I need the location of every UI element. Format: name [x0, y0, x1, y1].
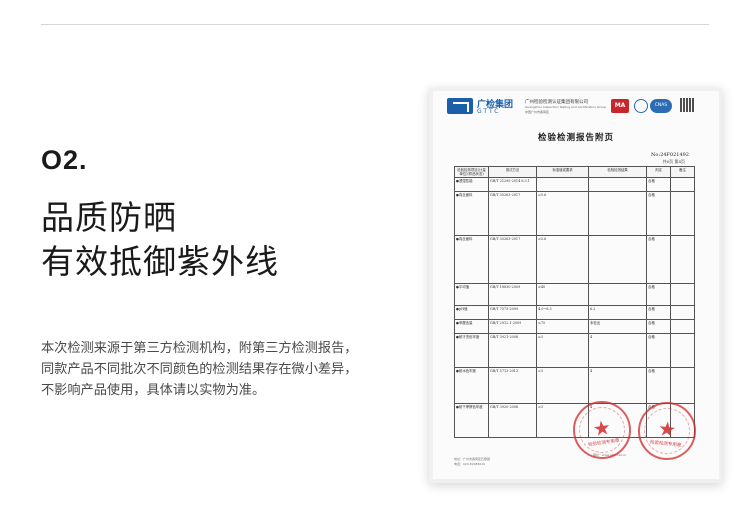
org-abbr: GTTC: [477, 108, 501, 115]
table-row: ●甲醛含量 GB/T 2912.1-2009 ≤75 未检出 合格: [454, 319, 695, 335]
row-result: [588, 235, 647, 285]
row-note: [670, 305, 695, 321]
row-note: [670, 333, 695, 369]
top-divider: [41, 24, 709, 25]
table-row: ●真丝面料 GB/T 35263-2017 ≥5.6 合格: [454, 191, 695, 237]
row-method: GB/T 5713-2013: [488, 367, 537, 405]
cnas-cert-icon: CNAS: [650, 99, 672, 113]
row-note: [670, 319, 695, 335]
row-result: [588, 191, 647, 237]
report-table: 检验检测项目(计量单位)(样品状态) 测试方法 标准值或要求 检验检测结果 判定…: [454, 165, 695, 439]
table-row: ●耐汗渍色牢度 GB/T 3921-2008 ≥3 4 合格: [454, 333, 695, 369]
report-title: 检验检测报告附页: [537, 133, 614, 143]
row-standard: ≥5.6: [536, 191, 589, 237]
test-report-image: 广检集团 GTTC 广州检验检测认证集团有限公司 Guangzhou Inspe…: [433, 91, 719, 479]
row-method: GB/T 35263-2017: [488, 235, 537, 285]
institute-subtitle: Guangzhou Inspection Testing and Certifi…: [525, 105, 606, 109]
row-method: GB/T 35263-2017: [488, 191, 537, 237]
row-result: 未检出: [588, 319, 647, 335]
row-standard: ≥40: [536, 283, 589, 307]
row-judgment: 合格: [646, 283, 671, 307]
section-heading: 品质防晒 有效抵御紫外线: [41, 196, 279, 284]
row-judgment: 合格: [646, 235, 671, 285]
row-judgment: 合格: [646, 177, 671, 193]
report-header: 广检集团 GTTC 广州检验检测认证集团有限公司 Guangzhou Inspe…: [439, 98, 713, 118]
col-standard: 标准值或要求: [536, 165, 589, 179]
row-item: ●真丝面料: [454, 235, 489, 285]
row-method: GB/T 7573-2009: [488, 305, 537, 321]
row-note: [670, 177, 695, 193]
row-item: ●真丝面料: [454, 191, 489, 237]
gttc-logo-icon: [447, 98, 473, 114]
row-item: ●甲醛含量: [454, 319, 489, 335]
ilac-cert-icon: [634, 99, 648, 113]
institute-address: 中国广州市番禺区: [525, 110, 550, 114]
row-standard: ≥3: [536, 367, 589, 405]
row-result: [588, 177, 647, 193]
row-judgment: 合格: [646, 191, 671, 237]
row-method: GB/T 2912.1-2009: [488, 319, 537, 335]
table-row: ●耐水色牢度 GB/T 5713-2013 ≥3 4 合格: [454, 367, 695, 405]
row-standard: ≤75: [536, 319, 589, 335]
report-footer-phone: 电话：020-82986610: [454, 462, 486, 466]
report-number: No:24F021492: [651, 152, 689, 158]
row-note: [670, 235, 695, 285]
row-note: [670, 191, 695, 237]
report-footer-address: 地址：广州市番禺区石楼镇: [454, 457, 491, 461]
row-item: ●透湿性能: [454, 177, 489, 193]
table-row: ●平均值 GB/T 18830-2009 ≥40 合格: [454, 283, 695, 307]
report-page-info: 共6页 第4页: [662, 159, 685, 164]
col-result: 检验检测结果: [588, 165, 647, 179]
row-note: [670, 367, 695, 405]
row-method: GB/T 3920-2008: [488, 403, 537, 439]
row-result: [588, 283, 647, 307]
row-item: ●耐水色牢度: [454, 367, 489, 405]
description-line: 不影响产品使用，具体请以实物为准。: [41, 383, 266, 398]
row-method: GB/T 3921-2008: [488, 333, 537, 369]
row-note: [670, 283, 695, 307]
qr-code-icon: [680, 98, 694, 112]
row-result: 4: [588, 367, 647, 405]
row-standard: ≥5.6: [536, 235, 589, 285]
cma-cert-icon: MA: [611, 99, 629, 113]
description-line: 本次检测来源于第三方检测机构，附第三方检测报告，: [41, 341, 358, 356]
heading-line-1: 品质防晒: [41, 198, 177, 237]
row-item: ●耐干摩擦色牢度: [454, 403, 489, 439]
row-item: ●pH值: [454, 305, 489, 321]
col-note: 备注: [670, 165, 695, 179]
table-row: ●透湿性能 GB/T 21295-2014 6.3.1 合格: [454, 177, 695, 193]
description-text: 本次检测来源于第三方检测机构，附第三方检测报告， 同款产品不同批次不同颜色的检测…: [41, 338, 371, 401]
section-number: O2.: [41, 145, 88, 175]
row-method: GB/T 18830-2009: [488, 283, 537, 307]
report-table-header: 检验检测项目(计量单位)(样品状态) 测试方法 标准值或要求 检验检测结果 判定…: [454, 165, 695, 179]
col-judgment: 判定: [646, 165, 671, 179]
row-standard: ≥3: [536, 333, 589, 369]
row-judgment: 合格: [646, 367, 671, 405]
row-judgment: 合格: [646, 333, 671, 369]
row-result: 6.2: [588, 305, 647, 321]
row-item: ●耐汗渍色牢度: [454, 333, 489, 369]
row-judgment: 合格: [646, 319, 671, 335]
row-method: GB/T 21295-2014 6.3.1: [488, 177, 537, 193]
row-standard: 4.0~8.5: [536, 305, 589, 321]
row-judgment: 合格: [646, 305, 671, 321]
row-standard: [536, 177, 589, 193]
row-result: 4: [588, 333, 647, 369]
col-method: 测试方法: [488, 165, 537, 179]
table-row: ●pH值 GB/T 7573-2009 4.0~8.5 6.2 合格: [454, 305, 695, 321]
col-item: 检验检测项目(计量单位)(样品状态): [454, 165, 489, 179]
row-item: ●平均值: [454, 283, 489, 307]
table-row: ●真丝面料 GB/T 35263-2017 ≥5.6 合格: [454, 235, 695, 285]
heading-line-2: 有效抵御紫外线: [41, 242, 279, 281]
description-line: 同款产品不同批次不同颜色的检测结果存在微小差异，: [41, 362, 358, 377]
